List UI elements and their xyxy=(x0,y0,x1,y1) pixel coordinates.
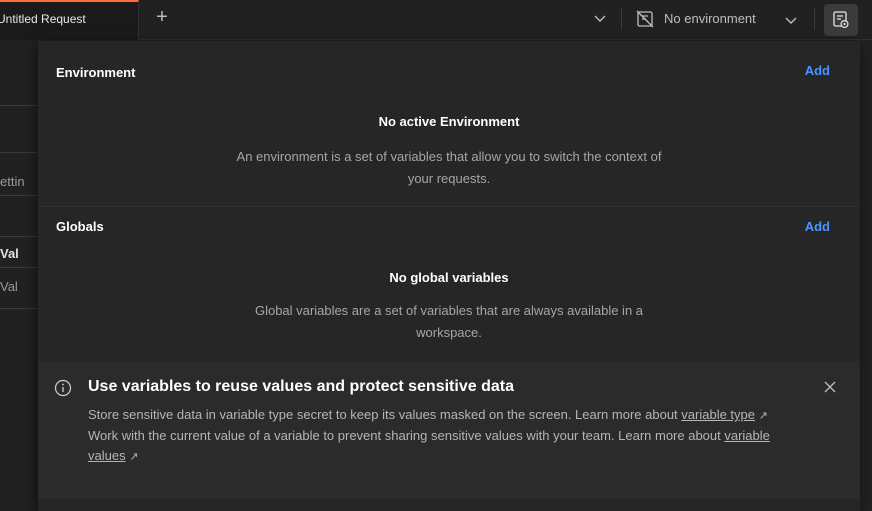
toolbar-divider xyxy=(814,8,815,30)
value-column-header: Val xyxy=(0,246,19,261)
environment-section: Environment Add No active Environment An… xyxy=(38,41,860,207)
environment-quick-look-button[interactable] xyxy=(824,4,858,36)
divider xyxy=(0,152,38,153)
add-environment-button[interactable]: Add xyxy=(805,63,830,78)
globals-empty-title: No global variables xyxy=(389,270,509,285)
banner-text: Work with the current value of a variabl… xyxy=(88,428,725,443)
environment-section-title: Environment xyxy=(56,65,136,80)
environment-quick-look-panel: Environment Add No active Environment An… xyxy=(38,41,860,511)
new-tab-button[interactable]: + xyxy=(150,6,174,30)
banner-title: Use variables to reuse values and protec… xyxy=(88,378,514,395)
info-icon xyxy=(54,379,72,397)
variables-info-banner: Use variables to reuse values and protec… xyxy=(38,361,860,499)
tab-bar: Untitled Request + No environment xyxy=(0,0,872,40)
banner-text: Store sensitive data in variable type se… xyxy=(88,407,682,422)
external-link-icon: ↗ xyxy=(129,451,139,463)
divider xyxy=(0,105,38,106)
banner-body: Store sensitive data in variable type se… xyxy=(88,405,788,467)
background-workspace: ettin Val Val xyxy=(0,41,40,511)
settings-tab-fragment[interactable]: ettin xyxy=(0,174,38,189)
close-icon[interactable] xyxy=(822,379,838,395)
banner-paragraph-secret: Store sensitive data in variable type se… xyxy=(88,405,788,426)
globals-section: Globals Add No global variables Global v… xyxy=(38,207,860,361)
chevron-down-icon xyxy=(785,17,797,24)
tab-untitled-request[interactable]: Untitled Request xyxy=(0,0,139,40)
variable-type-link[interactable]: variable type xyxy=(681,407,755,422)
value-input-placeholder[interactable]: Val xyxy=(0,279,38,294)
divider xyxy=(0,236,38,237)
environment-selector-label: No environment xyxy=(664,11,756,26)
banner-paragraph-current-value: Work with the current value of a variabl… xyxy=(88,426,788,467)
environment-selector[interactable]: No environment xyxy=(628,4,806,34)
divider xyxy=(0,267,38,268)
request-tab-label: Untitled Request xyxy=(0,12,86,26)
app-window: Untitled Request + No environment ettin … xyxy=(0,0,872,511)
environment-quick-look-icon xyxy=(833,11,849,29)
external-link-icon: ↗ xyxy=(758,410,768,422)
globals-empty-description: Global variables are a set of variables … xyxy=(254,303,644,340)
divider xyxy=(0,308,38,309)
environment-empty-description: An environment is a set of variables tha… xyxy=(236,149,662,186)
divider xyxy=(0,195,38,196)
toolbar-divider xyxy=(621,8,622,30)
add-global-button[interactable]: Add xyxy=(805,219,830,234)
environment-empty-title: No active Environment xyxy=(378,114,520,129)
tabs-dropdown-chevron-icon[interactable] xyxy=(592,10,608,26)
no-environment-icon xyxy=(636,10,654,28)
globals-section-title: Globals xyxy=(56,219,104,234)
